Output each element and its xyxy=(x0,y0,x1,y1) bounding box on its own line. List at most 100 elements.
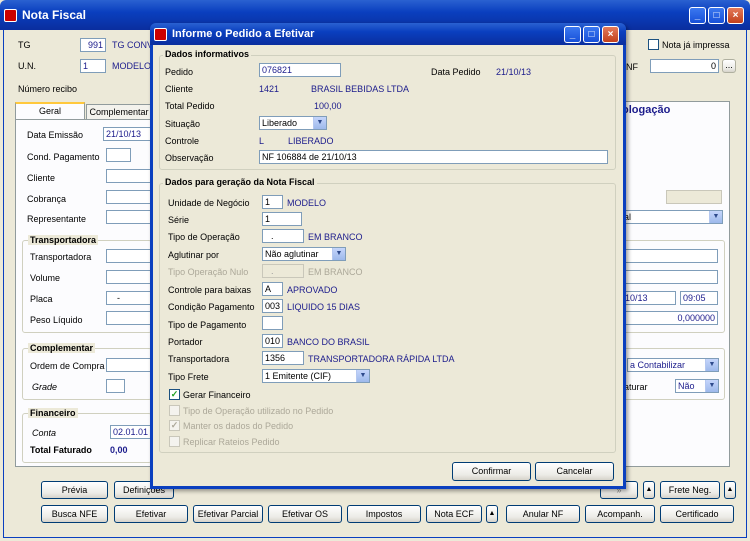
dialog-close-button[interactable]: × xyxy=(602,26,619,43)
grade-field[interactable] xyxy=(106,379,125,393)
total-pedido-value: 100,00 xyxy=(314,101,342,111)
dialog-title: Informe o Pedido a Efetivar xyxy=(172,28,315,40)
cancelar-button[interactable]: Cancelar xyxy=(535,462,614,481)
tab-complementar[interactable]: Complementar xyxy=(86,104,152,120)
total-pedido-label: Total Pedido xyxy=(165,101,215,111)
right-combo-1[interactable]: al ▼ xyxy=(621,210,723,224)
impostos-button[interactable]: Impostos xyxy=(347,505,421,523)
transportadora-field[interactable] xyxy=(106,249,152,263)
cond-pagamento-field[interactable] xyxy=(106,148,131,162)
conta-field[interactable]: 02.01.01 xyxy=(110,425,152,439)
conta-label: Conta xyxy=(32,428,57,438)
faturar-combo[interactable]: Não ▼ xyxy=(675,379,719,393)
gerar-financeiro-checkbox[interactable]: ✓ xyxy=(169,389,180,400)
cliente-label-d: Cliente xyxy=(165,84,194,94)
nf-field[interactable]: 0 xyxy=(650,59,719,73)
confirmar-button[interactable]: Confirmar xyxy=(452,462,531,481)
controle-baixas-label: Controle para baixas xyxy=(168,285,252,295)
right-volume-field[interactable] xyxy=(622,270,718,284)
contabilizar-combo[interactable]: a Contabilizar ▼ xyxy=(627,358,719,372)
right-transp-field[interactable] xyxy=(622,249,718,263)
maximize-button[interactable]: □ xyxy=(708,7,725,24)
condicao-pagamento-field[interactable]: 003 xyxy=(262,299,283,313)
complementar-group-title: Complementar xyxy=(28,343,96,353)
chevron-down-icon: ▼ xyxy=(709,211,722,223)
dialog-minimize-button[interactable]: _ xyxy=(564,26,581,43)
tg-field[interactable]: 991 xyxy=(80,38,106,52)
condicao-pagamento-label: Condição Pagamento xyxy=(168,302,255,312)
faturar-label: aturar xyxy=(624,382,648,392)
transportadora-label: Transportadora xyxy=(30,252,92,262)
anular-nf-button[interactable]: Anular NF xyxy=(506,505,580,523)
peso-liquido-field[interactable] xyxy=(106,311,152,325)
ordem-compra-field[interactable] xyxy=(106,358,152,372)
manter-dados-label: Manter os dados do Pedido xyxy=(183,421,294,431)
peso-liquido-label: Peso Líquido xyxy=(30,315,83,325)
serie-field[interactable]: 1 xyxy=(262,212,302,226)
tab-geral[interactable]: Geral xyxy=(15,102,85,120)
frete-neg-button[interactable]: Frete Neg. xyxy=(660,481,720,499)
chevron-down-icon: ▼ xyxy=(313,117,326,129)
representante-field[interactable] xyxy=(106,210,152,224)
grade-label: Grade xyxy=(32,382,58,392)
tipo-pagamento-field[interactable] xyxy=(262,316,283,330)
controle-baixas-name: APROVADO xyxy=(287,285,338,295)
certificado-button[interactable]: Certificado xyxy=(660,505,734,523)
right-time-field[interactable]: 09:05 xyxy=(680,291,718,305)
unidade-negocio-field[interactable]: 1 xyxy=(262,195,283,209)
tipo-operacao-nulo-label: Tipo Operação Nulo xyxy=(168,267,249,277)
tg-label: TG xyxy=(18,40,31,50)
aglutinar-combo[interactable]: Não aglutinar ▼ xyxy=(262,247,346,261)
busca-nfe-button[interactable]: Busca NFE xyxy=(41,505,108,523)
cobranca-field[interactable] xyxy=(106,190,152,204)
situacao-combo[interactable]: Liberado ▼ xyxy=(259,116,327,130)
un-field[interactable]: 1 xyxy=(80,59,106,73)
dialog-title-bar: Informe o Pedido a Efetivar xyxy=(150,23,626,45)
scroll-up-button-2[interactable]: ▲ xyxy=(724,481,736,499)
portador-field[interactable]: 010 xyxy=(262,334,283,348)
observacao-field[interactable]: NF 106884 de 21/10/13 xyxy=(259,150,608,164)
dialog-maximize-button[interactable]: □ xyxy=(583,26,600,43)
placa-field[interactable]: - xyxy=(106,291,152,305)
ordem-compra-label: Ordem de Compra xyxy=(30,361,105,371)
right-peso-field[interactable]: 0,000000 xyxy=(622,311,718,325)
nota-ja-impressa-checkbox[interactable] xyxy=(648,39,659,50)
total-faturado-label: Total Faturado xyxy=(30,445,92,455)
data-emissao-label: Data Emissão xyxy=(27,130,84,140)
controle-label: Controle xyxy=(165,136,200,146)
efetivar-os-button[interactable]: Efetivar OS xyxy=(268,505,342,523)
tipo-operacao-field[interactable]: . xyxy=(262,229,304,243)
cliente-field[interactable] xyxy=(106,169,152,183)
cliente-code: 1421 xyxy=(259,84,280,94)
chevron-down-icon: ▼ xyxy=(705,359,718,371)
transportadora-field-d[interactable]: 1356 xyxy=(262,351,304,365)
data-pedido-value: 21/10/13 xyxy=(496,67,532,77)
placa-label: Placa xyxy=(30,294,53,304)
scroll-up-button-3[interactable]: ▲ xyxy=(486,505,498,523)
scroll-up-button-1[interactable]: ▲ xyxy=(643,481,655,499)
nf-label: NF xyxy=(626,62,638,72)
acompanh-button[interactable]: Acompanh. xyxy=(585,505,655,523)
data-emissao-field[interactable]: 21/10/13 xyxy=(103,127,152,141)
close-button[interactable]: × xyxy=(727,7,744,24)
condicao-pagamento-name: LIQUIDO 15 DIAS xyxy=(287,302,361,312)
pedido-field[interactable]: 076821 xyxy=(259,63,341,77)
right-date-field[interactable]: 10/13 xyxy=(622,291,676,305)
volume-field[interactable] xyxy=(106,270,152,284)
efetivar-button[interactable]: Efetivar xyxy=(114,505,188,523)
minimize-button[interactable]: _ xyxy=(689,7,706,24)
chevron-down-icon: ▼ xyxy=(356,370,369,382)
un-name: MODELO xyxy=(112,61,152,71)
dados-informativos-title: Dados informativos xyxy=(163,49,252,59)
tipo-op-pedido-checkbox xyxy=(169,405,180,416)
efetivar-parcial-button[interactable]: Efetivar Parcial xyxy=(193,505,263,523)
controle-baixas-field[interactable]: A xyxy=(262,282,283,296)
nota-ecf-button[interactable]: Nota ECF xyxy=(426,505,482,523)
nf-lookup-button[interactable]: ... xyxy=(722,59,736,73)
previa-button[interactable]: Prévia xyxy=(41,481,108,499)
tipo-operacao-name: EM BRANCO xyxy=(308,232,363,242)
financeiro-group-title: Financeiro xyxy=(28,408,78,418)
homologacao-title: ologação xyxy=(622,104,671,116)
tipo-frete-combo[interactable]: 1 Emitente (CIF) ▼ xyxy=(262,369,370,383)
controle-code: L xyxy=(259,136,265,146)
